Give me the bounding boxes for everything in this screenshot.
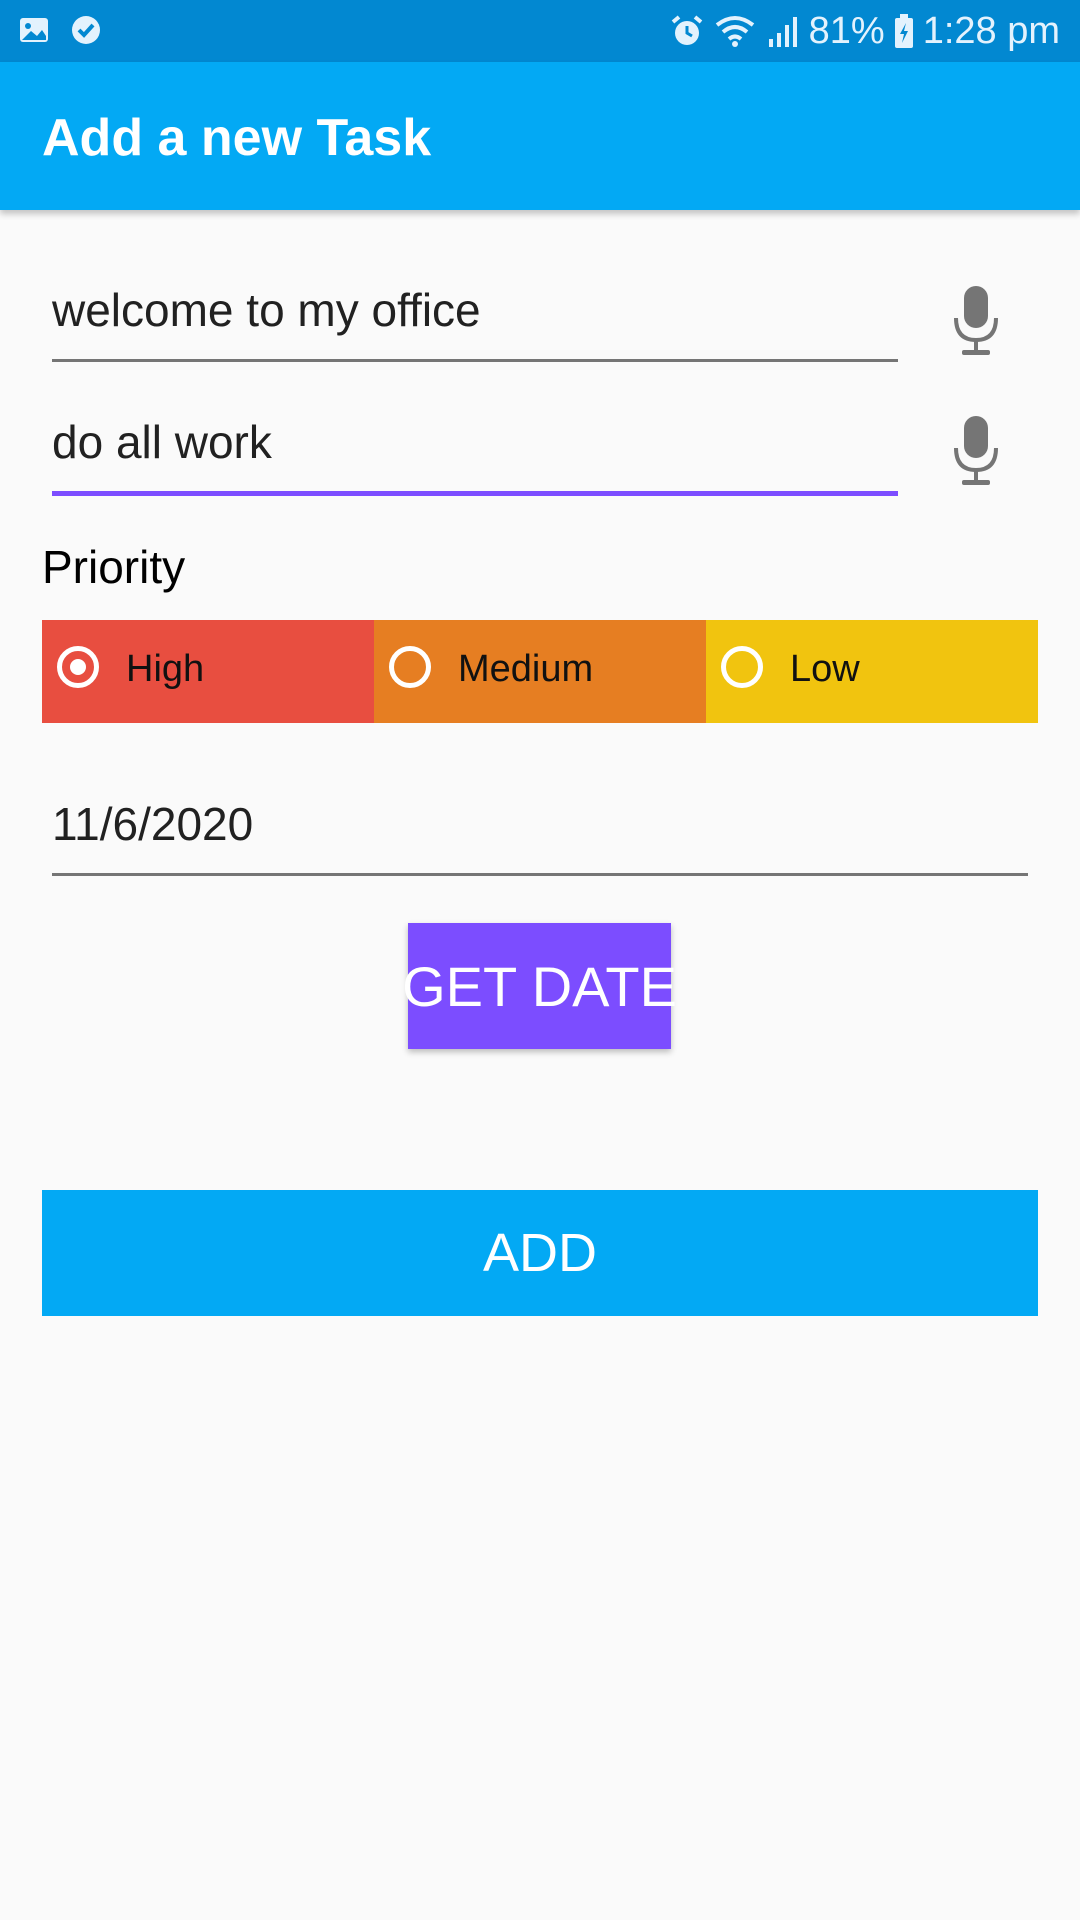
task-title-value: welcome to my office xyxy=(52,284,481,336)
battery-percent: 81% xyxy=(808,9,885,52)
task-description-value: do all work xyxy=(52,416,272,468)
title-mic-icon[interactable] xyxy=(948,282,1004,362)
radio-unchecked-icon[interactable] xyxy=(721,646,763,688)
status-left-icons xyxy=(18,14,102,51)
date-value: 11/6/2020 xyxy=(52,798,254,850)
alarm-icon xyxy=(669,13,705,49)
signal-icon xyxy=(765,13,801,49)
radio-checked-icon[interactable] xyxy=(57,646,99,688)
priority-option-medium[interactable]: Medium xyxy=(374,620,706,723)
add-button[interactable]: ADD xyxy=(42,1190,1038,1316)
status-bar: 81% 1:28 pm xyxy=(0,0,1080,62)
radio-unchecked-icon[interactable] xyxy=(389,646,431,688)
get-date-button[interactable]: GET DATE xyxy=(402,923,677,1049)
priority-label: Priority xyxy=(42,541,186,593)
description-mic-icon[interactable] xyxy=(948,412,1004,492)
priority-radio-group: High Medium Low xyxy=(42,620,1038,723)
battery-icon xyxy=(893,13,915,49)
priority-option-label: Medium xyxy=(458,648,594,690)
wifi-icon xyxy=(713,13,757,49)
priority-option-high[interactable]: High xyxy=(42,620,374,723)
status-right: 81% 1:28 pm xyxy=(669,0,1060,62)
app-bar: Add a new Task xyxy=(0,62,1080,210)
priority-option-label: Low xyxy=(790,648,860,690)
date-field[interactable]: 11/6/2020 xyxy=(52,782,1028,876)
priority-option-label: High xyxy=(126,648,205,690)
page-title: Add a new Task xyxy=(42,109,432,167)
task-title-field[interactable]: welcome to my office xyxy=(52,270,898,362)
task-description-field[interactable]: do all work xyxy=(52,402,898,496)
priority-option-low[interactable]: Low xyxy=(706,620,1038,723)
check-circle-icon xyxy=(70,14,102,51)
gallery-icon xyxy=(18,14,50,51)
clock: 1:28 pm xyxy=(922,9,1060,52)
